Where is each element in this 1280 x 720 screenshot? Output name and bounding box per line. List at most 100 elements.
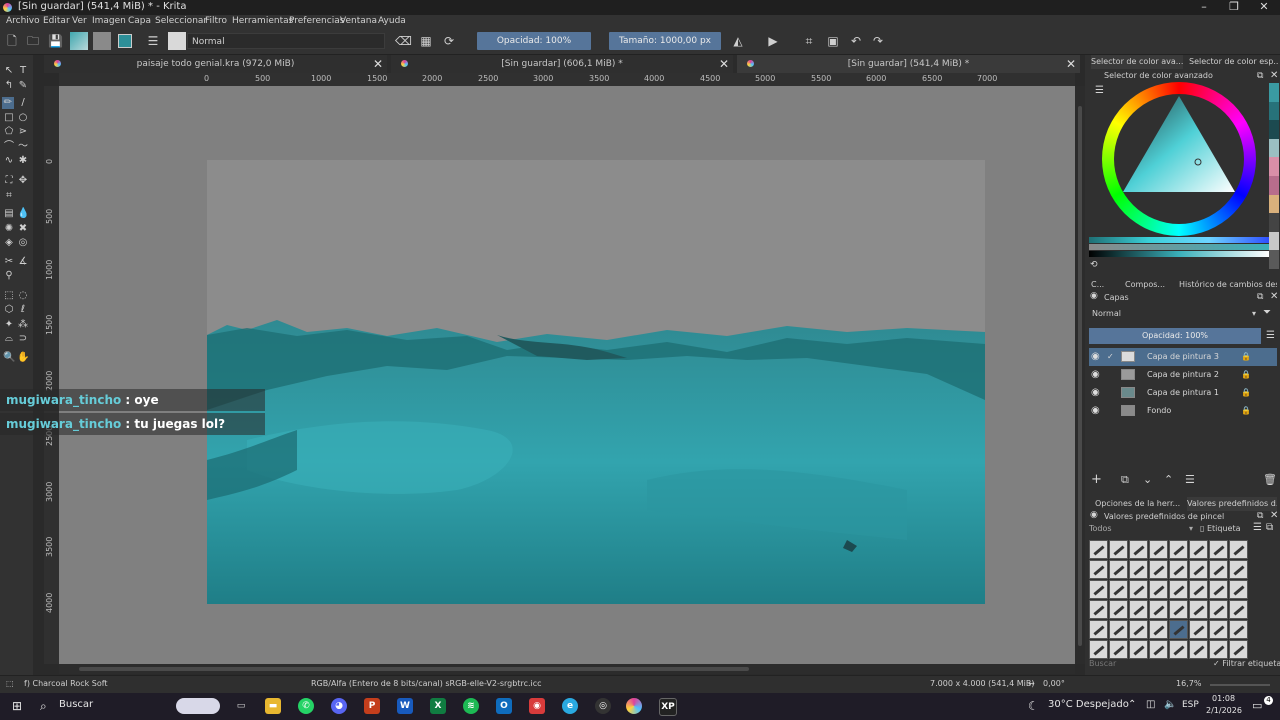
clip-app-icon[interactable]: ◉: [529, 698, 545, 714]
mirror-horizontal-icon[interactable]: ◭: [731, 34, 745, 48]
brush-preset[interactable]: [1169, 560, 1188, 579]
ellipse-select-icon[interactable]: ◌: [17, 290, 29, 302]
calligraphy-icon[interactable]: ✎: [17, 80, 29, 92]
select-shapes-icon[interactable]: ↖: [3, 65, 15, 77]
cat-widget-icon[interactable]: [176, 698, 220, 714]
search-icon[interactable]: ⌕: [40, 699, 47, 714]
color-picker-icon[interactable]: 💧: [17, 208, 29, 220]
lock-docker-icon[interactable]: ◉: [1090, 510, 1098, 520]
file-explorer-icon[interactable]: ▬: [265, 698, 281, 714]
eye-icon[interactable]: ◉: [1091, 348, 1100, 366]
artwork-canvas[interactable]: [207, 160, 985, 604]
close-docker-icon[interactable]: ✕: [1270, 291, 1278, 302]
obs-icon[interactable]: ◎: [595, 698, 611, 714]
brush-preset[interactable]: [1189, 640, 1208, 659]
brush-preset[interactable]: [1169, 580, 1188, 599]
float-docker-icon[interactable]: ⧉: [1257, 292, 1263, 302]
brush-preset[interactable]: [1129, 540, 1148, 559]
text-tool-icon[interactable]: T: [17, 65, 29, 77]
clock-date[interactable]: 2/1/2026: [1206, 706, 1242, 715]
bezier-tool-icon[interactable]: ⌒: [3, 141, 15, 153]
close-docker-icon[interactable]: ✕: [1270, 70, 1278, 81]
close-docker-icon[interactable]: ✕: [1270, 510, 1278, 521]
fill-tool-icon[interactable]: ◈: [3, 237, 15, 249]
clock-time[interactable]: 01:08: [1212, 694, 1235, 703]
move-tool-icon[interactable]: ✥: [17, 175, 29, 187]
mirror-vertical-icon[interactable]: ▶: [766, 34, 780, 48]
tab-undo-history[interactable]: Histórico de cambios des...: [1179, 278, 1277, 292]
enclose-fill-icon[interactable]: ◎: [17, 237, 29, 249]
brush-preset[interactable]: [1229, 600, 1248, 619]
opacity-slider[interactable]: Opacidad: 100%: [477, 32, 591, 50]
menu-imagen[interactable]: Imagen: [92, 16, 126, 26]
brush-preset[interactable]: [1089, 580, 1108, 599]
bezier-select-icon[interactable]: ⌓: [3, 333, 15, 345]
brush-preset[interactable]: [1149, 620, 1168, 639]
dynamic-brush-icon[interactable]: ∿: [3, 155, 15, 167]
menu-seleccionar[interactable]: Seleccionar: [155, 16, 207, 26]
gradient-swatch[interactable]: [93, 32, 111, 50]
reload-preset-icon[interactable]: ⟳: [442, 34, 456, 48]
tag-settings-icon[interactable]: ⧉: [1266, 522, 1273, 533]
lock-docker-icon[interactable]: ◉: [1090, 291, 1098, 301]
brush-tool-icon[interactable]: ✏: [2, 97, 14, 109]
brush-preset[interactable]: [1109, 580, 1128, 599]
pattern-swatch[interactable]: [70, 32, 88, 50]
tab-color-selector-advanced[interactable]: Selector de color ava...: [1091, 55, 1183, 69]
eye-icon[interactable]: ◉: [1091, 384, 1100, 402]
brush-preset-preview[interactable]: [168, 32, 186, 50]
color-triangle[interactable]: [1102, 82, 1256, 236]
menu-preferencias[interactable]: Preferencias: [289, 16, 344, 26]
check-icon[interactable]: ✓: [1107, 348, 1114, 366]
brush-preset[interactable]: [1089, 600, 1108, 619]
palette-swatch[interactable]: [1269, 213, 1279, 232]
word-icon[interactable]: W: [397, 698, 413, 714]
crop-icon[interactable]: ⌗: [802, 34, 816, 48]
brush-preset[interactable]: [1229, 580, 1248, 599]
eye-icon[interactable]: ◉: [1091, 366, 1100, 384]
weather-label[interactable]: 30°C Despejado: [1048, 699, 1129, 710]
layer-menu-icon[interactable]: ☰: [1266, 330, 1275, 341]
save-icon[interactable]: 💾: [48, 34, 63, 48]
brush-preset[interactable]: [1149, 580, 1168, 599]
lock-icon[interactable]: 🔒: [1241, 366, 1251, 384]
wrap-around-icon[interactable]: ▣: [826, 34, 840, 48]
new-document-icon[interactable]: 🗋: [5, 34, 19, 48]
brush-preset[interactable]: [1229, 620, 1248, 639]
network-icon[interactable]: ◫: [1146, 699, 1155, 710]
brush-filter-select[interactable]: Todos ▾: [1089, 523, 1193, 535]
palette-swatch[interactable]: [1269, 138, 1279, 158]
menu-archivo[interactable]: Archivo: [6, 16, 40, 26]
brush-preset[interactable]: [1169, 600, 1188, 619]
redo-icon[interactable]: ↷: [871, 34, 885, 48]
lock-icon[interactable]: 🔒: [1241, 402, 1251, 420]
edit-shapes-icon[interactable]: ↰: [3, 80, 15, 92]
smart-patch-icon[interactable]: ✖: [17, 223, 29, 235]
edge-icon[interactable]: e: [562, 698, 578, 714]
brush-preset-selected[interactable]: [1169, 620, 1188, 639]
brush-preset[interactable]: [1229, 640, 1248, 659]
horizontal-scrollbar[interactable]: [59, 664, 1075, 674]
outlook-icon[interactable]: O: [496, 698, 512, 714]
palette-swatch[interactable]: [1269, 231, 1279, 251]
transform-tool-icon[interactable]: ⛶: [3, 175, 15, 187]
brush-preset[interactable]: [1109, 620, 1128, 639]
menu-filtro[interactable]: Filtro: [205, 16, 227, 26]
layer-blend-select[interactable]: Normal ▾: [1089, 307, 1260, 321]
palette-swatch[interactable]: [1269, 101, 1279, 121]
eye-icon[interactable]: ◉: [1091, 402, 1100, 420]
menu-herramientas[interactable]: Herramientas: [232, 16, 293, 26]
brush-preset[interactable]: [1109, 600, 1128, 619]
selection-icon[interactable]: ⬚: [6, 679, 14, 688]
brush-preset[interactable]: [1129, 640, 1148, 659]
menu-capa[interactable]: Capa: [128, 16, 151, 26]
lock-icon[interactable]: 🔒: [1241, 384, 1251, 402]
alpha-lock-icon[interactable]: ▦: [419, 34, 433, 48]
assistant-tool-icon[interactable]: ✂: [3, 256, 15, 268]
magnetic-select-icon[interactable]: ⊃: [17, 333, 29, 345]
brush-preset[interactable]: [1209, 580, 1228, 599]
brush-preset[interactable]: [1229, 540, 1248, 559]
palette-swatch[interactable]: [1269, 175, 1279, 195]
brush-preset[interactable]: [1209, 560, 1228, 579]
brush-preset[interactable]: [1169, 640, 1188, 659]
